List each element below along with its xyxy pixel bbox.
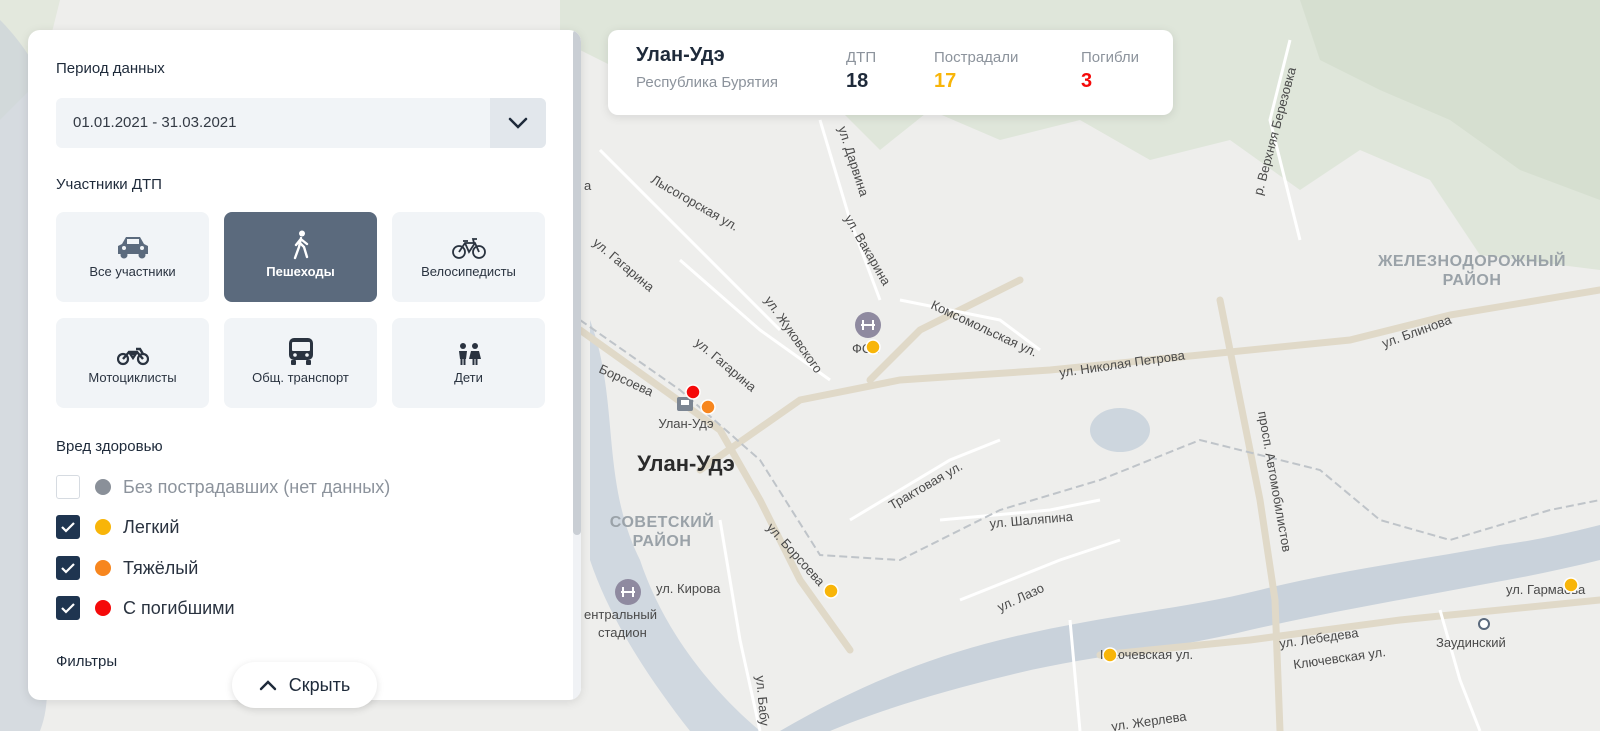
stadium-icon[interactable]: [615, 579, 641, 605]
harm-option-none[interactable]: Без пострадавших (нет данных): [56, 475, 390, 499]
incident-marker-fatal[interactable]: [685, 384, 701, 400]
participant-label: Велосипедисты: [421, 264, 516, 279]
motorcycle-icon: [116, 347, 149, 366]
participant-tile-children[interactable]: Дети: [392, 318, 545, 408]
harm-label: Без пострадавших (нет данных): [123, 476, 391, 497]
stat-value: 17: [934, 70, 957, 92]
pedestrian-icon: [293, 230, 308, 260]
bus-stop-icon[interactable]: [1478, 618, 1490, 630]
participant-tile-all[interactable]: Все участники: [56, 212, 209, 302]
harm-title: Вред здоровью: [56, 438, 163, 455]
filter-panel: Период данных 01.01.2021 - 31.03.2021 Уч…: [28, 30, 581, 700]
panel-scrollbar[interactable]: [573, 30, 581, 700]
car-icon: [117, 237, 148, 259]
scrollbar-thumb[interactable]: [573, 30, 581, 535]
participant-tile-cyclists[interactable]: Велосипедисты: [392, 212, 545, 302]
participant-tile-pedestrians[interactable]: Пешеходы: [224, 212, 377, 302]
street-label: а: [584, 178, 592, 193]
hide-label: Скрыть: [288, 674, 351, 695]
bus-icon: [288, 338, 313, 365]
incident-marker-light[interactable]: [1563, 577, 1579, 593]
street-label: стадион: [598, 625, 647, 640]
stat-value: 18: [846, 70, 869, 92]
participant-label: Дети: [454, 370, 483, 385]
check-icon: [61, 522, 75, 533]
district-label: РАЙОН: [633, 531, 692, 550]
stat-accidents: ДТП 18: [846, 49, 876, 93]
stat-injured: Пострадали 17: [934, 49, 1018, 93]
period-title: Период данных: [56, 60, 165, 77]
period-dropdown-button[interactable]: [490, 98, 546, 148]
stat-killed: Погибли 3: [1081, 49, 1139, 93]
stat-label: Погибли: [1081, 49, 1140, 66]
incident-marker-light[interactable]: [865, 339, 881, 355]
severity-dot: [95, 600, 111, 616]
participant-tile-motorcyclists[interactable]: Мотоциклисты: [56, 318, 209, 408]
city-label: Улан-Удэ: [637, 451, 735, 476]
street-label: ентральный: [584, 607, 657, 622]
stadium-icon[interactable]: [855, 312, 881, 338]
checkbox[interactable]: [56, 475, 80, 499]
incident-marker-severe[interactable]: [700, 399, 716, 415]
children-icon: [458, 343, 481, 365]
checkbox[interactable]: [56, 515, 80, 539]
district-label: ЖЕЛЕЗНОДОРОЖНЫЙ: [1377, 251, 1566, 270]
checkbox[interactable]: [56, 556, 80, 580]
participant-label: Пешеходы: [266, 264, 335, 279]
bicycle-icon: [451, 238, 486, 259]
region-subtitle: Республика Бурятия: [636, 74, 778, 91]
district-label: СОВЕТСКИЙ: [610, 512, 714, 531]
street-label: Заудинский: [1436, 635, 1506, 650]
period-select[interactable]: 01.01.2021 - 31.03.2021: [56, 98, 546, 148]
incident-marker-light[interactable]: [823, 583, 839, 599]
chevron-down-icon: [508, 117, 528, 129]
hide-panel-button[interactable]: Скрыть: [232, 662, 377, 708]
stats-card: Улан-Удэ Республика Бурятия ДТП 18 Постр…: [608, 30, 1173, 115]
check-icon: [61, 563, 75, 574]
harm-label: Тяжёлый: [123, 557, 199, 578]
harm-label: Легкий: [123, 516, 180, 537]
participant-label: Мотоциклисты: [88, 370, 177, 385]
stat-label: Пострадали: [934, 49, 1019, 66]
stat-value: 3: [1081, 70, 1093, 92]
severity-dot: [95, 560, 111, 576]
lake: [1090, 408, 1150, 452]
severity-dot: [95, 519, 111, 535]
period-value: 01.01.2021 - 31.03.2021: [73, 114, 237, 131]
harm-option-light[interactable]: Легкий: [56, 515, 179, 539]
participant-label: Общ. транспорт: [252, 370, 349, 385]
station-label: Улан-Удэ: [658, 416, 714, 431]
street-label: ул. Кирова: [656, 581, 721, 596]
participants-title: Участники ДТП: [56, 176, 162, 193]
participant-label: Все участники: [89, 264, 176, 279]
checkbox[interactable]: [56, 596, 80, 620]
city-title: Улан-Удэ: [636, 44, 725, 66]
harm-option-severe[interactable]: Тяжёлый: [56, 556, 198, 580]
filters-title: Фильтры: [56, 653, 118, 670]
incident-marker-light[interactable]: [1102, 647, 1118, 663]
chevron-up-icon: [259, 680, 276, 691]
participant-tile-transport[interactable]: Общ. транспорт: [224, 318, 377, 408]
district-label: РАЙОН: [1443, 270, 1502, 289]
severity-dot: [95, 479, 111, 495]
check-icon: [61, 603, 75, 614]
stat-label: ДТП: [846, 49, 877, 66]
harm-option-fatal[interactable]: С погибшими: [56, 596, 235, 620]
harm-label: С погибшими: [123, 597, 235, 618]
